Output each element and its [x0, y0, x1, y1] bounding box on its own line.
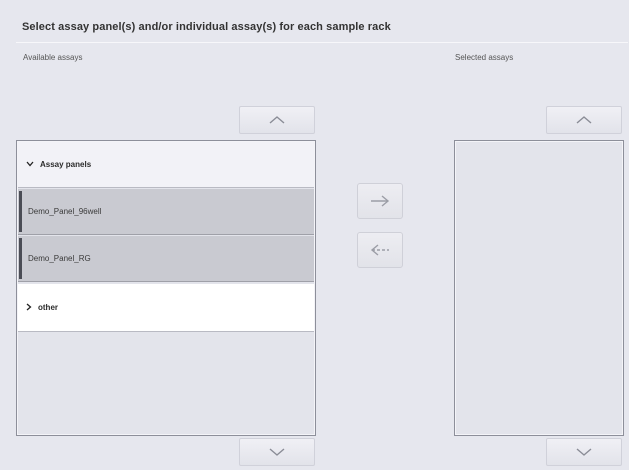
page-title: Select assay panel(s) and/or individual … — [22, 21, 391, 33]
selected-assays-list[interactable] — [454, 140, 624, 436]
chevron-up-icon — [576, 116, 592, 124]
selected-scroll-up-button[interactable] — [546, 106, 622, 134]
available-scroll-up-button[interactable] — [239, 106, 315, 134]
chevron-down-icon — [269, 448, 285, 456]
arrow-left-icon — [370, 244, 389, 256]
other-label: other — [38, 303, 58, 312]
list-item[interactable]: Demo_Panel_96well — [18, 189, 314, 235]
move-left-button[interactable] — [357, 232, 403, 268]
selected-scroll-down-button[interactable] — [546, 438, 622, 466]
assay-panels-label: Assay panels — [40, 160, 92, 169]
other-group-header[interactable]: other — [18, 284, 314, 332]
list-item-label: Demo_Panel_96well — [28, 207, 102, 216]
chevron-down-icon — [576, 448, 592, 456]
available-assays-label: Available assays — [23, 53, 83, 62]
move-right-button[interactable] — [357, 183, 403, 219]
chevron-up-icon — [269, 116, 285, 124]
available-assays-list: Assay panels Demo_Panel_96well Demo_Pane… — [16, 140, 316, 436]
list-item[interactable]: Demo_Panel_RG — [18, 236, 314, 282]
assay-panels-group-header[interactable]: Assay panels — [18, 142, 314, 188]
selected-assays-label: Selected assays — [455, 53, 514, 62]
chevron-down-icon — [26, 160, 34, 169]
list-item-label: Demo_Panel_RG — [28, 254, 91, 263]
title-divider — [16, 42, 628, 43]
available-scroll-down-button[interactable] — [239, 438, 315, 466]
arrow-right-icon — [371, 195, 390, 207]
chevron-right-icon — [26, 303, 32, 313]
